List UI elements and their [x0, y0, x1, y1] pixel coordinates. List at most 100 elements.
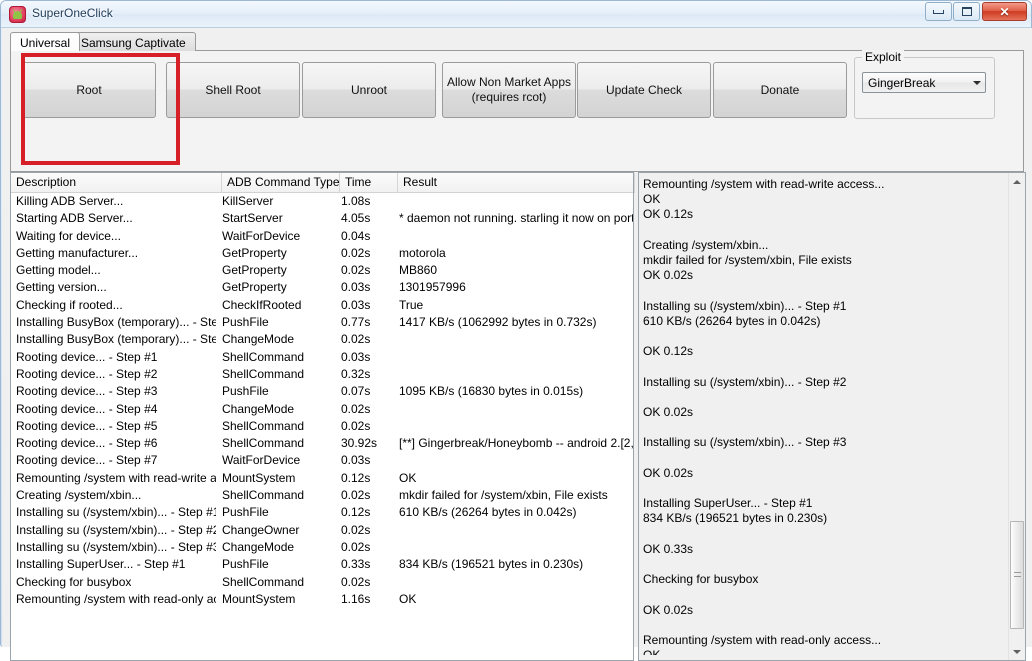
table-body: Killing ADB Server...KillServer1.08sStar…	[11, 193, 633, 660]
table-cell-description: Rooting device... - Step #2	[16, 366, 216, 383]
table-row[interactable]: Waiting for device... WaitForDevice 0.04s	[11, 228, 633, 245]
table-row[interactable]: Installing su (/system/xbin)... - Step #…	[11, 504, 633, 521]
table-row[interactable]: Rooting device... - Step #6ShellCommand3…	[11, 435, 633, 452]
table-cell-result: 1417 KB/s (1062992 bytes in 0.732s)	[399, 314, 633, 331]
table-cell-time: 0.07s	[341, 383, 391, 400]
column-header-result[interactable]: Result	[398, 173, 635, 193]
table-cell-command: WaitForDevice	[222, 452, 334, 469]
table-cell-command: KillServer	[222, 193, 334, 210]
table-cell-result: OK	[399, 591, 633, 608]
table-cell-time: 1.16s	[341, 591, 391, 608]
chevron-down-icon[interactable]	[968, 73, 985, 92]
table-cell-command: StartServer	[222, 210, 334, 227]
table-row[interactable]: Installing BusyBox (temporary)... - Step…	[11, 314, 633, 331]
table-row[interactable]: Getting model...GetProperty0.02sMB860	[11, 262, 633, 279]
table-cell-time: 0.02s	[341, 401, 391, 418]
table-cell-description: Killing ADB Server...	[16, 193, 216, 210]
column-header-description[interactable]: Description	[11, 173, 222, 193]
table-row[interactable]: Checking for busyboxShellCommand0.02s	[11, 574, 633, 591]
table-row[interactable]: Checking if rooted...CheckIfRooted0.03sT…	[11, 297, 633, 314]
table-row[interactable]: Installing BusyBox (temporary)... - Step…	[11, 331, 633, 348]
action-button-allow-non-market-apps[interactable]: Allow Non Market Apps(requires rcot)	[442, 62, 576, 118]
table-cell-result: 610 KB/s (26264 bytes in 0.042s)	[399, 504, 633, 521]
table-row[interactable]: Rooting device... - Step #2ShellCommand0…	[11, 366, 633, 383]
scroll-up-icon[interactable]	[1009, 173, 1025, 190]
close-icon: ✕	[999, 5, 1009, 19]
command-log-table[interactable]: DescriptionADB Command TypeTimeResult Ki…	[10, 172, 634, 661]
table-row[interactable]: Rooting device... - Step #3 PushFile 0.07s…	[11, 383, 633, 400]
table-row[interactable]: Creating /system/xbin...ShellCommand0.02…	[11, 487, 633, 504]
output-log-text: Remounting /system with read-write acces…	[643, 177, 1005, 655]
table-cell-time: 0.12s	[341, 504, 391, 521]
minimize-icon	[933, 10, 944, 14]
action-button-label: Allow Non Market Apps(requires rcot)	[447, 75, 571, 105]
table-cell-description: Checking for busybox	[16, 574, 216, 591]
table-header-row: DescriptionADB Command TypeTimeResult	[11, 173, 633, 193]
table-cell-time: 0.32s	[341, 366, 391, 383]
table-cell-description: Remounting /system with read-only ac...	[16, 591, 216, 608]
log-scrollbar[interactable]	[1008, 173, 1025, 660]
column-header-adb-command-type[interactable]: ADB Command Type	[222, 173, 340, 193]
table-cell-description: Rooting device... - Step #1	[16, 349, 216, 366]
table-cell-command: ChangeMode	[222, 331, 334, 348]
title-bar[interactable]: SuperOneClick ✕	[1, 1, 1031, 28]
table-cell-command: ShellCommand	[222, 418, 334, 435]
table-cell-description: Rooting device... - Step #6	[16, 435, 216, 452]
table-cell-result: 1095 KB/s (16830 bytes in 0.015s)	[399, 383, 633, 400]
table-cell-time: 0.03s	[341, 279, 391, 296]
table-row[interactable]: Rooting device... - Step #1ShellCommand0…	[11, 349, 633, 366]
table-cell-time: 0.04s	[341, 228, 391, 245]
action-button-update-check[interactable]: Update Check	[577, 62, 711, 118]
table-row[interactable]: Killing ADB Server...KillServer1.08s	[11, 193, 633, 210]
table-cell-command: PushFile	[222, 314, 334, 331]
table-row[interactable]: Getting manufacturer...GetProperty0.02sm…	[11, 245, 633, 262]
table-cell-description: Rooting device... - Step #7	[16, 452, 216, 469]
android-robot-icon	[9, 6, 26, 23]
action-button-unroot[interactable]: Unroot	[302, 62, 436, 118]
action-button-donate[interactable]: Donate	[713, 62, 847, 118]
output-log-panel[interactable]: Remounting /system with read-write acces…	[638, 172, 1026, 661]
table-cell-command: MountSystem	[222, 591, 334, 608]
table-row[interactable]: Rooting device... - Step #4ChangeMode0.0…	[11, 401, 633, 418]
action-button-label: Unroot	[351, 83, 387, 98]
action-button-shell-root[interactable]: Shell Root	[166, 62, 300, 118]
table-cell-result: 834 KB/s (196521 bytes in 0.230s)	[399, 556, 633, 573]
table-row[interactable]: Remounting /system with read-only ac... M…	[11, 591, 633, 608]
window-title: SuperOneClick	[32, 6, 113, 20]
table-row[interactable]: Installing SuperUser... - Step #1PushFil…	[11, 556, 633, 573]
table-cell-description: Rooting device... - Step #3	[16, 383, 216, 400]
table-cell-command: PushFile	[222, 504, 334, 521]
table-row[interactable]: Rooting device... - Step #7 WaitForDevice…	[11, 452, 633, 469]
minimize-button[interactable]	[925, 2, 952, 21]
scrollbar-thumb[interactable]	[1010, 521, 1024, 629]
column-header-time[interactable]: Time	[340, 173, 398, 193]
table-cell-description: Installing su (/system/xbin)... - Step #…	[16, 522, 216, 539]
close-button[interactable]: ✕	[982, 2, 1027, 21]
table-cell-time: 0.02s	[341, 245, 391, 262]
action-button-label: Root	[76, 83, 101, 98]
table-cell-description: Installing BusyBox (temporary)... - Step…	[16, 314, 216, 331]
table-cell-command: PushFile	[222, 556, 334, 573]
table-cell-time: 0.02s	[341, 487, 391, 504]
table-cell-command: ShellCommand	[222, 435, 334, 452]
table-cell-description: Waiting for device...	[16, 228, 216, 245]
table-row[interactable]: Starting ADB Server...StartServer4.05s* …	[11, 210, 633, 227]
table-cell-command: PushFile	[222, 383, 334, 400]
table-cell-description: Rooting device... - Step #4	[16, 401, 216, 418]
action-button-root[interactable]: Root	[22, 62, 156, 118]
table-cell-time: 0.02s	[341, 522, 391, 539]
table-row[interactable]: Installing su (/system/xbin)... - Step #…	[11, 539, 633, 556]
table-cell-time: 0.02s	[341, 262, 391, 279]
tab-universal[interactable]: Universal	[10, 32, 80, 51]
table-row[interactable]: Installing su (/system/xbin)... - Step #…	[11, 522, 633, 539]
maximize-button[interactable]	[953, 2, 980, 21]
table-row[interactable]: Remounting /system with read-write a...M…	[11, 470, 633, 487]
table-row[interactable]: Getting version...GetProperty0.03s130195…	[11, 279, 633, 296]
table-cell-command: GetProperty	[222, 279, 334, 296]
table-row[interactable]: Rooting device... - Step #5ShellCommand0…	[11, 418, 633, 435]
table-cell-command: WaitForDevice	[222, 228, 334, 245]
tab-samsung-captivate[interactable]: Samsung Captivate	[71, 32, 196, 51]
maximize-icon	[962, 7, 972, 16]
scroll-down-icon[interactable]	[1009, 643, 1025, 660]
exploit-dropdown[interactable]: GingerBreak	[862, 72, 986, 93]
